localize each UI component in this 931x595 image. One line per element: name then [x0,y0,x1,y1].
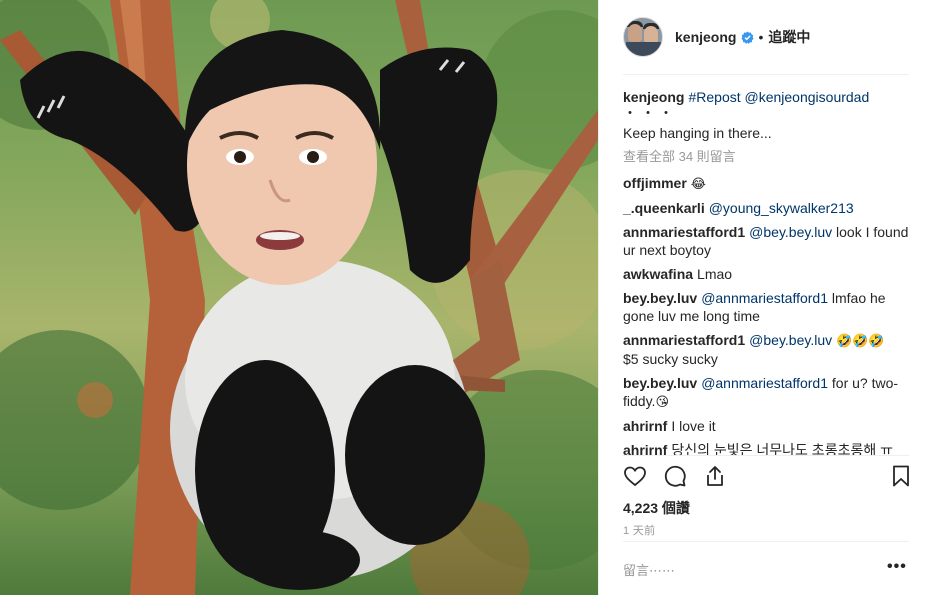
comment-text: 당신의 눈빛은 너무나도 초롱초롱해 ㅠ [671,442,893,455]
post-photo[interactable] [0,0,598,595]
header-divider [623,74,909,75]
action-bar [623,464,913,490]
comment-username[interactable]: annmariestafford1 [623,332,745,348]
comment: offjimmer 😂 [623,174,913,193]
comment-emoji: 🤣🤣🤣 [836,333,885,348]
comment-username[interactable]: bey.bey.luv [623,290,697,306]
comment-mention[interactable]: @annmariestafford1 [701,375,828,391]
comment: awkwafina Lmao [623,265,913,283]
post-side-panel: kenjeong • 追蹤中 kenjeong #Repost @kenjeong… [598,0,931,595]
comment-mention[interactable]: @bey.bey.luv [749,332,832,348]
comment-emoji: 😂 [690,176,706,191]
timestamp[interactable]: 1 天前 [623,522,655,538]
panda-photo-image [0,0,598,595]
comment-username[interactable]: _.queenkarli [623,200,705,216]
comment: _.queenkarli @young_skywalker213 [623,199,913,217]
verified-badge-icon [741,30,755,44]
comment-username[interactable]: annmariestafford1 [623,224,745,240]
comment-mention[interactable]: @young_skywalker213 [709,200,854,216]
comment-username[interactable]: bey.bey.luv [623,375,697,391]
comment-username[interactable]: offjimmer [623,175,687,191]
comment: ahrirnf 당신의 눈빛은 너무나도 초롱초롱해 ㅠ [623,441,913,455]
comment-icon[interactable] [663,464,687,488]
following-button[interactable]: 追蹤中 [768,27,810,47]
comment-box-divider [623,541,909,542]
caption-dots: ・・・ [623,105,677,121]
like-count[interactable]: 4,223 個讚 [623,498,690,518]
comment-username[interactable]: awkwafina [623,266,693,282]
avatar[interactable] [623,17,663,57]
comment-text: I love it [671,418,716,434]
comments-list: kenjeong #Repost @kenjeongisourdad ・・・ Ke… [623,88,913,461]
comment-emoji: 😘 [655,394,669,409]
comment: bey.bey.luv @annmariestafford1 lmfao he g… [623,289,913,325]
comment: annmariestafford1 @bey.bey.luv look I fou… [623,223,913,259]
comment-username[interactable]: ahrirnf [623,442,667,455]
more-options-button[interactable]: ••• [887,558,907,576]
post-header: kenjeong • 追蹤中 [623,16,909,58]
caption-text: Keep hanging in there... [623,125,772,141]
caption-username[interactable]: kenjeong [623,89,684,105]
comment-text: $5 sucky sucky [623,351,718,367]
share-icon[interactable] [703,464,727,488]
view-all-comments-link[interactable]: 查看全部 34 則留言 [623,148,913,166]
comment: annmariestafford1 @bey.bey.luv 🤣🤣🤣 $5 suck… [623,331,913,368]
heart-icon[interactable] [623,464,647,488]
caption: kenjeong #Repost @kenjeongisourdad ・・・ Ke… [623,88,913,142]
bookmark-icon[interactable] [889,464,913,488]
comment-text: Lmao [697,266,733,282]
comment-username[interactable]: ahrirnf [623,418,667,434]
comment: ahrirnf I love it [623,417,913,435]
comment-mention[interactable]: @annmariestafford1 [701,290,828,306]
comment-mention[interactable]: @bey.bey.luv [749,224,832,240]
add-comment-input[interactable]: 留言⋯⋯ [623,560,675,579]
actions-divider [623,455,909,456]
comment: bey.bey.luv @annmariestafford1 for u? two… [623,374,913,411]
separator-dot: • [758,29,764,45]
username-link[interactable]: kenjeong [675,29,736,45]
caption-mentions[interactable]: #Repost @kenjeongisourdad [688,89,869,105]
